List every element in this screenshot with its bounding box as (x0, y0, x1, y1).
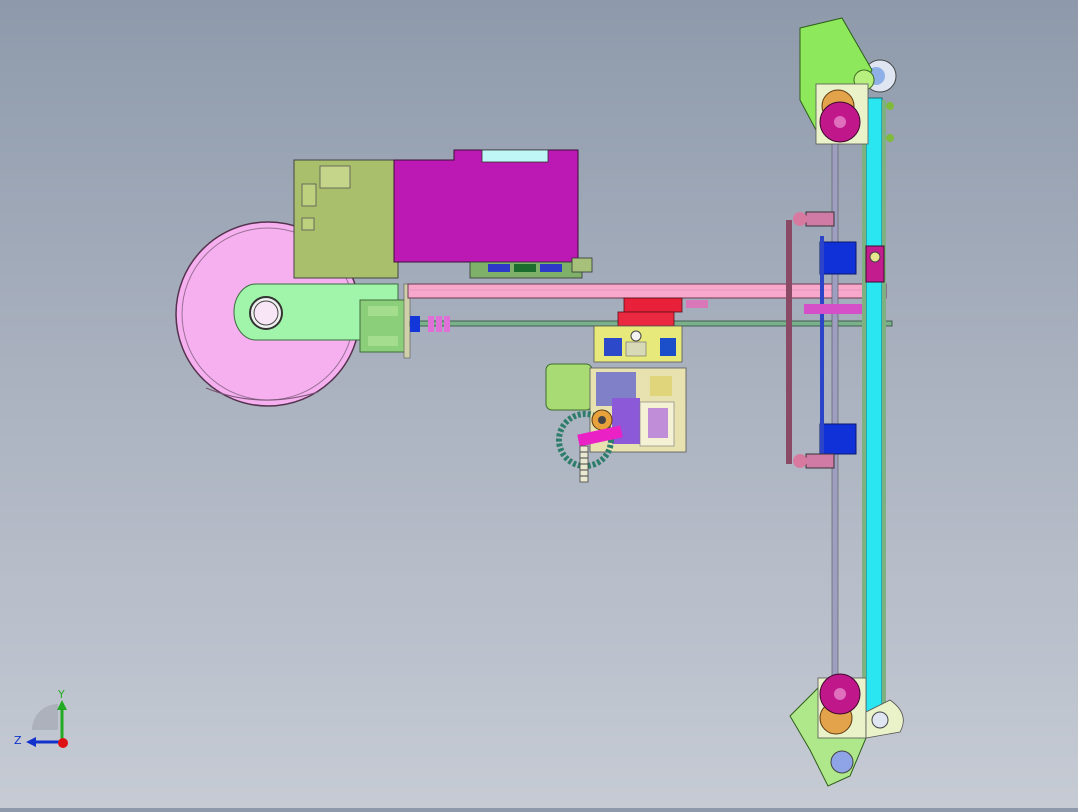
x-axis-dot (58, 738, 68, 748)
electronics-enclosure[interactable] (293, 149, 593, 279)
z-axis-label: Z (14, 734, 22, 747)
y-axis-arrow (57, 700, 67, 710)
vertical-rail-assembly[interactable] (786, 97, 886, 729)
z-axis-arrow (26, 737, 36, 747)
y-axis-label: Y (57, 688, 65, 701)
cad-viewport[interactable]: Y Z (0, 0, 1078, 808)
cad-model-drawing[interactable] (0, 0, 1078, 808)
bottom-roller-motor[interactable] (789, 673, 904, 787)
horizontal-beam[interactable] (407, 283, 887, 299)
triad-svg: Y Z (14, 688, 68, 748)
triad-quadrant (32, 704, 58, 730)
axis-triad: Y Z (12, 684, 76, 748)
